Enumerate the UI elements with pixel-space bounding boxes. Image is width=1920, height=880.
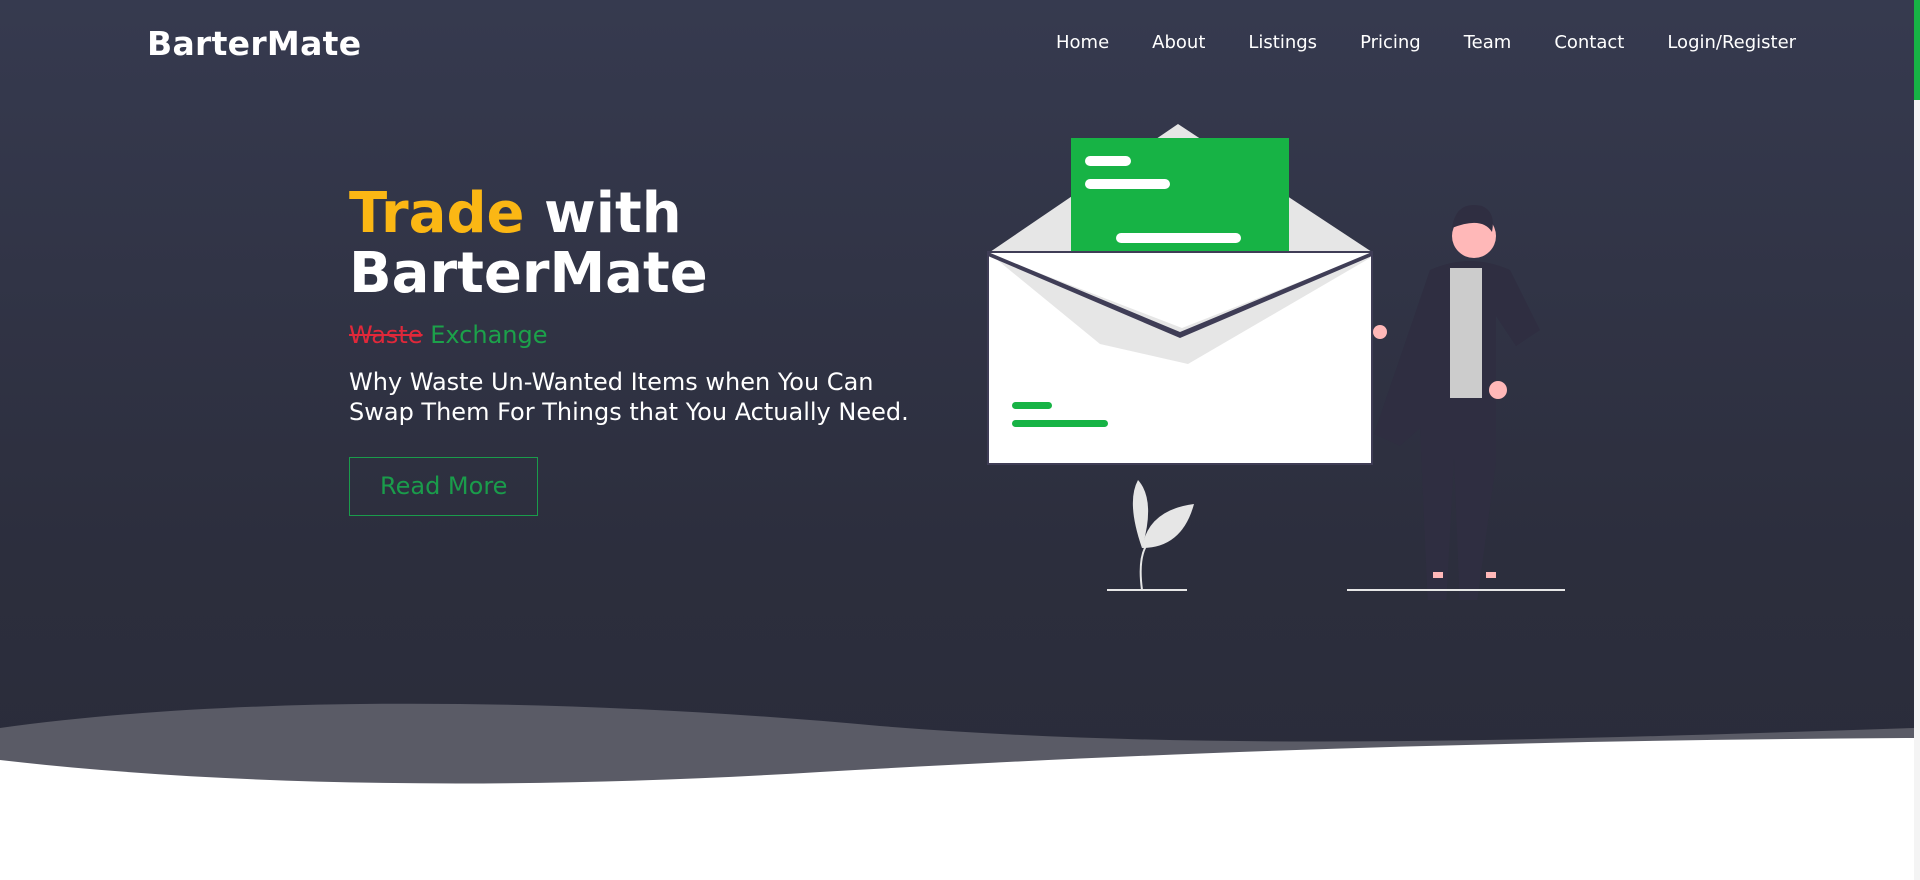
hero-wave xyxy=(0,703,1914,820)
brand-logo[interactable]: BarterMate xyxy=(147,24,361,63)
tagline-struck: Waste xyxy=(349,321,423,349)
tagline-exchange: Exchange xyxy=(430,321,548,349)
nav-links: Home About Listings Pricing Team Contact… xyxy=(1056,32,1796,53)
hero-subtitle: Why Waste Un-Wanted Items when You Can S… xyxy=(349,368,909,426)
nav-listings[interactable]: Listings xyxy=(1248,32,1317,53)
nav-pricing[interactable]: Pricing xyxy=(1360,32,1421,53)
headline-line2: BarterMate xyxy=(349,241,708,306)
nav-contact[interactable]: Contact xyxy=(1554,32,1624,53)
plant-icon xyxy=(1132,480,1194,591)
headline-accent: Trade xyxy=(349,181,525,246)
person-icon xyxy=(1373,204,1540,600)
nav-login-register[interactable]: Login/Register xyxy=(1667,32,1796,53)
scrollbar-track[interactable] xyxy=(1914,0,1920,880)
headline-rest: with xyxy=(544,181,682,246)
hero-headline: Trade with BarterMate xyxy=(349,184,949,304)
scrollbar-thumb[interactable] xyxy=(1914,0,1920,100)
nav-home[interactable]: Home xyxy=(1056,32,1109,53)
nav-team[interactable]: Team xyxy=(1464,32,1512,53)
read-more-button[interactable]: Read More xyxy=(349,457,539,516)
nav-about[interactable]: About xyxy=(1152,32,1205,53)
navbar: BarterMate Home About Listings Pricing T… xyxy=(0,0,1914,88)
envelope-person-illustration xyxy=(987,124,1565,600)
hero-tagline: Waste Exchange xyxy=(349,321,949,349)
hero-section xyxy=(0,0,1914,790)
hero-text: Trade with BarterMate Waste Exchange Why… xyxy=(349,184,949,516)
